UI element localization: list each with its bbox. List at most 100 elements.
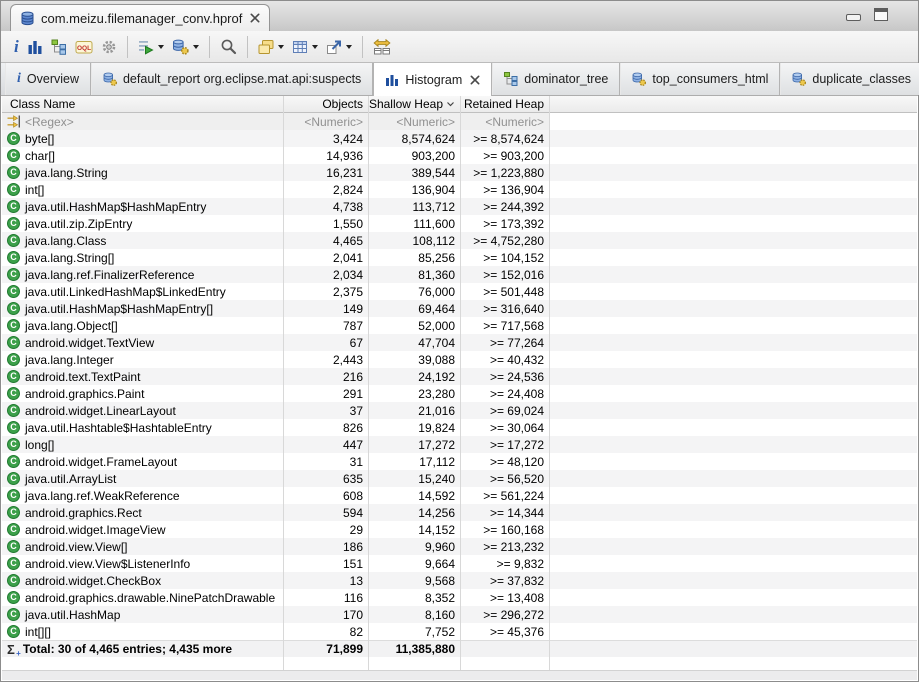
cell-shallow-heap: 14,152 xyxy=(368,523,460,537)
histogram-button[interactable] xyxy=(23,34,47,60)
class-name-text: long[] xyxy=(25,438,54,452)
group-by-button[interactable] xyxy=(254,34,288,60)
oql-label: OQL xyxy=(77,45,91,52)
class-name-text: java.util.Hashtable$HashtableEntry xyxy=(25,421,212,435)
objects-filter-field[interactable]: <Numeric> xyxy=(283,113,368,130)
dropdown-arrow-icon[interactable] xyxy=(312,45,318,49)
toolbar-separator xyxy=(247,36,248,58)
cell-objects: 3,424 xyxy=(283,132,368,146)
class-icon: C xyxy=(7,183,20,196)
class-icon: C xyxy=(7,132,20,145)
cell-retained-heap: >= 501,448 xyxy=(460,285,549,299)
class-icon: C xyxy=(7,370,20,383)
query-browser-button[interactable] xyxy=(168,34,203,60)
tab-duplicate-classes[interactable]: duplicate_classes xyxy=(780,63,919,95)
class-name-text: android.graphics.Paint xyxy=(25,387,144,401)
tab-default-report-org-eclipse-mat-api-suspects[interactable]: default_report org.eclipse.mat.api:suspe… xyxy=(91,63,373,95)
class-icon: C xyxy=(7,489,20,502)
close-icon[interactable] xyxy=(250,13,260,23)
dropdown-arrow-icon[interactable] xyxy=(158,45,164,49)
close-icon[interactable] xyxy=(470,75,480,85)
tab-dominator-tree[interactable]: dominator_tree xyxy=(492,63,620,95)
class-icon: C xyxy=(7,472,20,485)
search-icon xyxy=(220,38,237,55)
column-divider[interactable] xyxy=(283,96,284,670)
column-divider[interactable] xyxy=(549,96,550,670)
class-name-text: android.widget.CheckBox xyxy=(25,574,161,588)
cell-retained-heap: >= 296,272 xyxy=(460,608,549,622)
window-bottom-edge xyxy=(2,670,917,680)
regex-filter-field[interactable]: <Regex> xyxy=(2,113,283,130)
cell-objects: 2,034 xyxy=(283,268,368,282)
cell-shallow-heap: 24,192 xyxy=(368,370,460,384)
shallow-heap-filter-field[interactable]: <Numeric> xyxy=(368,113,460,130)
cell-class-name: Cjava.util.LinkedHashMap$LinkedEntry xyxy=(2,285,283,299)
cell-shallow-heap: 23,280 xyxy=(368,387,460,401)
class-icon: C xyxy=(7,574,20,587)
column-header-retained-heap[interactable]: Retained Heap xyxy=(460,97,549,111)
export-button[interactable] xyxy=(322,34,356,60)
editor-tab-hprof[interactable]: com.meizu.filemanager_conv.hprof xyxy=(10,4,270,31)
cell-retained-heap: >= 14,344 xyxy=(460,506,549,520)
cell-shallow-heap: 7,752 xyxy=(368,625,460,639)
minimize-button[interactable] xyxy=(846,14,861,21)
cell-class-name: Candroid.view.View$ListenerInfo xyxy=(2,557,283,571)
total-label: Total: 30 of 4,465 entries; 4,435 more xyxy=(19,642,232,656)
oql-button[interactable]: OQL xyxy=(71,34,97,60)
cell-objects: 151 xyxy=(283,557,368,571)
class-icon: C xyxy=(7,353,20,366)
compare-icon xyxy=(373,39,391,55)
cell-class-name: Candroid.view.View[] xyxy=(2,540,283,554)
cell-shallow-heap: 15,240 xyxy=(368,472,460,486)
column-header-label: Shallow Heap xyxy=(369,97,443,111)
info-button[interactable]: i xyxy=(10,34,23,60)
cell-shallow-heap: 17,112 xyxy=(368,455,460,469)
cell-shallow-heap: 389,544 xyxy=(368,166,460,180)
cell-objects: 594 xyxy=(283,506,368,520)
cell-class-name: Cjava.util.ArrayList xyxy=(2,472,283,486)
run-report-icon xyxy=(138,39,154,55)
cell-retained-heap: >= 30,064 xyxy=(460,421,549,435)
cell-retained-heap: >= 903,200 xyxy=(460,149,549,163)
cell-class-name: Cjava.util.HashMap$HashMapEntry[] xyxy=(2,302,283,316)
table-options-button[interactable] xyxy=(288,34,322,60)
tab-overview[interactable]: iOverview xyxy=(5,63,91,95)
retained-heap-filter-field[interactable]: <Numeric> xyxy=(460,113,549,130)
cell-retained-heap: >= 37,832 xyxy=(460,574,549,588)
search-button[interactable] xyxy=(216,34,241,60)
settings-gear-button[interactable] xyxy=(97,34,121,60)
cell-retained-heap: >= 173,392 xyxy=(460,217,549,231)
cell-objects: 2,041 xyxy=(283,251,368,265)
run-expert-report-button[interactable] xyxy=(134,34,168,60)
cell-class-name: Cint[][] xyxy=(2,625,283,639)
cell-objects: 608 xyxy=(283,489,368,503)
column-divider[interactable] xyxy=(368,96,369,670)
cell-objects: 31 xyxy=(283,455,368,469)
column-header-shallow-heap[interactable]: Shallow Heap xyxy=(368,97,460,111)
editor-tab-bar: com.meizu.filemanager_conv.hprof xyxy=(1,1,918,32)
dominator-tree-button[interactable] xyxy=(47,34,71,60)
export-icon xyxy=(326,39,342,55)
compare-tables-button[interactable] xyxy=(369,34,395,60)
class-name-text: android.widget.TextView xyxy=(25,336,154,350)
cell-retained-heap: >= 213,232 xyxy=(460,540,549,554)
dropdown-arrow-icon[interactable] xyxy=(193,45,199,49)
class-icon: C xyxy=(7,268,20,281)
maximize-button[interactable] xyxy=(874,8,888,21)
tab-top-consumers-html[interactable]: top_consumers_html xyxy=(620,63,780,95)
cell-objects: 4,738 xyxy=(283,200,368,214)
dropdown-arrow-icon[interactable] xyxy=(278,45,284,49)
mat-window: com.meizu.filemanager_conv.hprof i OQL xyxy=(0,0,919,682)
cell-class-name: Candroid.graphics.drawable.NinePatchDraw… xyxy=(2,591,283,605)
cell-retained-heap: >= 160,168 xyxy=(460,523,549,537)
class-icon: C xyxy=(7,166,20,179)
cell-shallow-heap: 14,256 xyxy=(368,506,460,520)
class-name-text: android.graphics.Rect xyxy=(25,506,142,520)
column-header-objects[interactable]: Objects xyxy=(283,97,368,111)
cell-retained-heap: >= 56,520 xyxy=(460,472,549,486)
column-header-class-name[interactable]: Class Name xyxy=(2,97,283,111)
tab-histogram[interactable]: Histogram xyxy=(373,63,492,96)
dropdown-arrow-icon[interactable] xyxy=(346,45,352,49)
cell-retained-heap: >= 17,272 xyxy=(460,438,549,452)
column-divider[interactable] xyxy=(460,96,461,670)
